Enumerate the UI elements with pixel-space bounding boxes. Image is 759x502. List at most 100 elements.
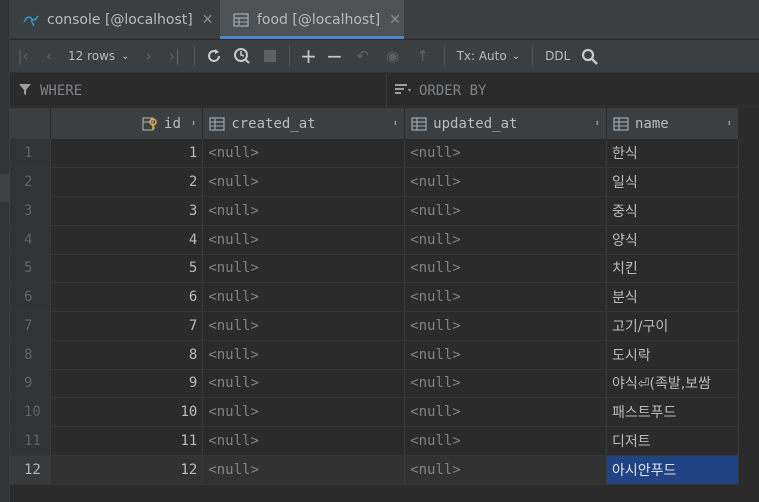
table-row-selected[interactable]: 12 12 <null> <null> 아시안푸드 xyxy=(10,455,739,485)
next-page-icon[interactable]: › xyxy=(136,40,162,73)
cell-name[interactable]: 디저트 xyxy=(606,426,739,456)
cell-name[interactable]: 양식 xyxy=(606,225,739,255)
tab-label: food [@localhost] xyxy=(257,11,381,28)
row-number: 4 xyxy=(10,225,52,255)
cell-updated-at[interactable]: <null> xyxy=(404,340,607,370)
cell-updated-at[interactable]: <null> xyxy=(404,426,607,456)
cell-created-at[interactable]: <null> xyxy=(202,225,406,255)
cell-created-at[interactable]: <null> xyxy=(202,139,406,169)
ddl-button[interactable]: DDL xyxy=(539,40,576,73)
cell-id[interactable]: 1 xyxy=(50,139,204,169)
cell-updated-at[interactable]: <null> xyxy=(404,311,607,341)
sort-arrows-icon[interactable]: ⬍ xyxy=(191,119,196,129)
table-row[interactable]: 1 1 <null> <null> 한식 xyxy=(10,139,739,169)
last-page-icon[interactable]: ›| xyxy=(162,40,188,73)
stop-icon[interactable] xyxy=(257,40,283,73)
cell-id[interactable]: 10 xyxy=(50,397,204,427)
cell-name[interactable]: 분식 xyxy=(606,282,739,312)
table-row[interactable]: 3 3 <null> <null> 중식 xyxy=(10,196,739,226)
table-row[interactable]: 11 11 <null> <null> 디저트 xyxy=(10,426,739,456)
cell-name[interactable]: 일식 xyxy=(606,167,739,197)
cell-created-at[interactable]: <null> xyxy=(202,282,406,312)
add-row-icon[interactable]: + xyxy=(296,40,322,73)
row-number-header xyxy=(10,108,52,139)
close-icon[interactable]: ✕ xyxy=(389,12,401,28)
cell-updated-at[interactable]: <null> xyxy=(404,225,607,255)
column-header-created-at[interactable]: created_at ⬍ xyxy=(202,108,406,139)
cell-created-at[interactable]: <null> xyxy=(202,426,406,456)
previous-page-icon[interactable]: ‹ xyxy=(36,40,62,73)
tab-food[interactable]: food [@localhost] ✕ xyxy=(220,0,404,39)
reload-icon[interactable] xyxy=(201,40,227,73)
table-row[interactable]: 2 2 <null> <null> 일식 xyxy=(10,167,739,197)
tab-console[interactable]: console [@localhost] ✕ xyxy=(10,0,218,39)
cell-id[interactable]: 9 xyxy=(50,369,204,399)
cell-created-at[interactable]: <null> xyxy=(202,254,406,284)
rows-selector[interactable]: 12 rows ⌄ xyxy=(62,40,136,73)
column-header-updated-at[interactable]: updated_at ⬍ xyxy=(404,108,607,139)
primary-key-icon xyxy=(142,116,158,131)
table-row[interactable]: 7 7 <null> <null> 고기/구이 xyxy=(10,311,739,341)
row-number: 6 xyxy=(10,282,52,312)
cell-updated-at[interactable]: <null> xyxy=(404,254,607,284)
cell-name[interactable]: 야식⏎(족발,보쌈 xyxy=(606,369,739,399)
cell-created-at[interactable]: <null> xyxy=(202,369,406,399)
table-row[interactable]: 8 8 <null> <null> 도시락 xyxy=(10,340,739,370)
cell-updated-at[interactable]: <null> xyxy=(404,397,607,427)
row-number: 5 xyxy=(10,254,52,284)
search-icon[interactable] xyxy=(576,40,602,73)
cell-updated-at[interactable]: <null> xyxy=(404,282,607,312)
revert-icon[interactable]: ↶ xyxy=(348,40,378,73)
cell-updated-at[interactable]: <null> xyxy=(404,167,607,197)
first-page-icon[interactable]: |‹ xyxy=(10,40,36,73)
close-icon[interactable]: ✕ xyxy=(202,12,214,28)
cell-created-at[interactable]: <null> xyxy=(202,167,406,197)
cell-created-at[interactable]: <null> xyxy=(202,196,406,226)
cell-updated-at[interactable]: <null> xyxy=(404,196,607,226)
table-row[interactable]: 5 5 <null> <null> 치킨 xyxy=(10,254,739,284)
sort-arrows-icon[interactable]: ⬍ xyxy=(595,119,600,129)
table-row[interactable]: 4 4 <null> <null> 양식 xyxy=(10,225,739,255)
cell-created-at[interactable]: <null> xyxy=(202,340,406,370)
tx-mode-selector[interactable]: Tx: Auto ⌄ xyxy=(451,40,527,73)
column-header-name[interactable]: name ⬍ xyxy=(606,108,739,139)
cell-id[interactable]: 3 xyxy=(50,196,204,226)
cell-updated-at[interactable]: <null> xyxy=(404,455,607,485)
cell-updated-at[interactable]: <null> xyxy=(404,369,607,399)
toolbar-separator xyxy=(193,46,195,66)
history-icon[interactable] xyxy=(227,40,257,73)
cell-name[interactable]: 고기/구이 xyxy=(606,311,739,341)
cell-name-selected[interactable]: 아시안푸드 xyxy=(606,455,739,485)
cell-id[interactable]: 8 xyxy=(50,340,204,370)
table-row[interactable]: 9 9 <null> <null> 야식⏎(족발,보쌈 xyxy=(10,369,739,399)
table-row[interactable]: 6 6 <null> <null> 분식 xyxy=(10,282,739,312)
sort-arrows-icon[interactable]: ⬍ xyxy=(393,119,398,129)
cell-name[interactable]: 한식 xyxy=(606,139,739,169)
cell-name[interactable]: 치킨 xyxy=(606,254,739,284)
chevron-down-icon: ⌄ xyxy=(511,50,521,62)
cell-created-at[interactable]: <null> xyxy=(202,311,406,341)
preview-changes-icon[interactable]: ◉ xyxy=(378,40,408,73)
table-row[interactable]: 10 10 <null> <null> 패스트푸드 xyxy=(10,397,739,427)
cell-created-at[interactable]: <null> xyxy=(202,397,406,427)
order-by-input[interactable]: ORDER BY xyxy=(386,74,486,107)
gutter-marker xyxy=(0,174,10,202)
cell-id[interactable]: 2 xyxy=(50,167,204,197)
cell-id[interactable]: 4 xyxy=(50,225,204,255)
cell-name[interactable]: 패스트푸드 xyxy=(606,397,739,427)
cell-id[interactable]: 11 xyxy=(50,426,204,456)
cell-id[interactable]: 12 xyxy=(50,455,204,485)
cell-name[interactable]: 중식 xyxy=(606,196,739,226)
delete-row-icon[interactable]: − xyxy=(322,40,348,73)
submit-icon[interactable]: ↑ xyxy=(408,40,438,73)
cell-name[interactable]: 도시락 xyxy=(606,340,739,370)
cell-updated-at[interactable]: <null> xyxy=(404,139,607,169)
cell-id[interactable]: 5 xyxy=(50,254,204,284)
column-header-id[interactable]: id ⬍ xyxy=(50,108,204,139)
cell-created-at[interactable]: <null> xyxy=(202,455,406,485)
cell-id[interactable]: 6 xyxy=(50,282,204,312)
cell-id[interactable]: 7 xyxy=(50,311,204,341)
sort-arrows-icon[interactable]: ⬍ xyxy=(727,119,732,129)
where-filter-input[interactable]: WHERE xyxy=(18,74,82,107)
rows-label: 12 rows xyxy=(68,49,116,63)
